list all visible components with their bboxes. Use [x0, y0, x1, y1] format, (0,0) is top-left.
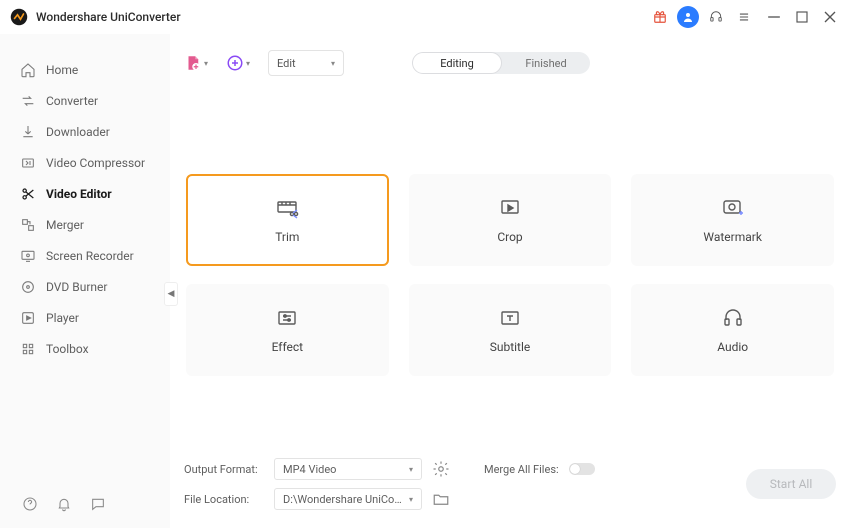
edit-select[interactable]: Edit ▾: [268, 50, 344, 76]
tile-label: Watermark: [703, 230, 762, 244]
sidebar-item-toolbox[interactable]: Toolbox: [0, 333, 170, 364]
sidebar-item-label: DVD Burner: [46, 280, 107, 294]
sidebar-item-home[interactable]: Home: [0, 54, 170, 85]
sidebar-item-label: Video Compressor: [46, 156, 145, 170]
sidebar-item-converter[interactable]: Converter: [0, 85, 170, 116]
merge-label: Merge All Files:: [484, 463, 559, 476]
compressor-icon: [20, 155, 36, 171]
home-icon: [20, 62, 36, 78]
gift-icon[interactable]: [648, 5, 672, 29]
watermark-icon: [721, 196, 745, 220]
tile-label: Crop: [497, 230, 522, 244]
sidebar-item-video-editor[interactable]: Video Editor: [0, 178, 170, 209]
effect-icon: [275, 306, 299, 330]
scissors-icon: [20, 186, 36, 202]
file-location-label: File Location:: [184, 493, 264, 506]
sidebar-item-downloader[interactable]: Downloader: [0, 116, 170, 147]
status-segmented-control: Editing Finished: [412, 52, 590, 74]
menu-icon[interactable]: [732, 5, 756, 29]
titlebar: Wondershare UniConverter: [0, 0, 850, 34]
bell-icon[interactable]: [56, 496, 72, 512]
app-title: Wondershare UniConverter: [36, 10, 181, 24]
sidebar-item-screen-recorder[interactable]: Screen Recorder: [0, 240, 170, 271]
tile-subtitle[interactable]: Subtitle: [409, 284, 612, 376]
disc-icon: [20, 279, 36, 295]
toolbox-icon: [20, 341, 36, 357]
sidebar-item-label: Home: [46, 63, 78, 77]
footer: Output Format: MP4 Video ▾ Merge All Fil…: [184, 452, 836, 520]
start-all-button[interactable]: Start All: [746, 469, 836, 499]
add-file-button[interactable]: ▾: [184, 54, 208, 72]
tile-label: Audio: [717, 340, 748, 354]
toolbar: ▾ ▾ Edit ▾ Editing Finished: [184, 42, 836, 84]
tab-editing[interactable]: Editing: [412, 52, 502, 74]
file-location-value: D:\Wondershare UniConverter 1: [283, 493, 403, 506]
tile-label: Subtitle: [490, 340, 531, 354]
tiles-grid: Trim Crop Watermark Effect Subtitle Audi…: [184, 174, 836, 376]
tile-watermark[interactable]: Watermark: [631, 174, 834, 266]
sidebar-item-merger[interactable]: Merger: [0, 209, 170, 240]
output-format-select[interactable]: MP4 Video ▾: [274, 458, 422, 480]
sidebar-item-label: Converter: [46, 94, 98, 108]
tile-audio[interactable]: Audio: [631, 284, 834, 376]
subtitle-icon: [498, 306, 522, 330]
tile-trim[interactable]: Trim: [186, 174, 389, 266]
screen-recorder-icon: [20, 248, 36, 264]
content-area: ▾ ▾ Edit ▾ Editing Finished Trim Cro: [170, 34, 850, 528]
sidebar-item-dvd-burner[interactable]: DVD Burner: [0, 271, 170, 302]
window-close-button[interactable]: [820, 7, 840, 27]
chevron-down-icon: ▾: [409, 465, 413, 474]
sidebar-item-label: Toolbox: [46, 342, 89, 356]
file-location-select[interactable]: D:\Wondershare UniConverter 1 ▾: [274, 488, 422, 510]
merger-icon: [20, 217, 36, 233]
help-icon[interactable]: [22, 496, 38, 512]
download-icon: [20, 124, 36, 140]
chevron-down-icon: ▾: [246, 59, 250, 68]
sidebar-item-label: Video Editor: [46, 187, 112, 201]
sidebar-item-player[interactable]: Player: [0, 302, 170, 333]
sidebar-item-label: Screen Recorder: [46, 249, 134, 263]
sidebar-item-label: Player: [46, 311, 79, 325]
chevron-down-icon: ▾: [331, 59, 335, 68]
window-maximize-button[interactable]: [792, 7, 812, 27]
crop-icon: [498, 196, 522, 220]
sidebar: Home Converter Downloader Video Compress…: [0, 34, 170, 528]
headset-icon[interactable]: [704, 5, 728, 29]
window-minimize-button[interactable]: [764, 7, 784, 27]
play-icon: [20, 310, 36, 326]
sidebar-item-video-compressor[interactable]: Video Compressor: [0, 147, 170, 178]
edit-select-label: Edit: [277, 57, 296, 70]
sidebar-item-label: Downloader: [46, 125, 110, 139]
chevron-down-icon: ▾: [204, 59, 208, 68]
start-all-label: Start All: [770, 477, 813, 491]
audio-icon: [721, 306, 745, 330]
settings-icon[interactable]: [432, 460, 450, 478]
output-format-value: MP4 Video: [283, 463, 336, 476]
converter-icon: [20, 93, 36, 109]
app-logo: [10, 8, 28, 26]
folder-open-icon[interactable]: [432, 490, 450, 508]
account-avatar[interactable]: [676, 5, 700, 29]
merge-toggle[interactable]: [569, 463, 595, 475]
sidebar-item-label: Merger: [46, 218, 84, 232]
tab-finished[interactable]: Finished: [502, 52, 590, 74]
tile-label: Effect: [272, 340, 304, 354]
trim-icon: [275, 196, 299, 220]
tile-effect[interactable]: Effect: [186, 284, 389, 376]
chevron-down-icon: ▾: [409, 495, 413, 504]
tile-label: Trim: [275, 230, 299, 244]
chat-icon[interactable]: [90, 496, 106, 512]
tile-crop[interactable]: Crop: [409, 174, 612, 266]
sidebar-collapse-button[interactable]: ◀: [164, 282, 178, 306]
add-circle-button[interactable]: ▾: [226, 54, 250, 72]
output-format-label: Output Format:: [184, 463, 264, 476]
